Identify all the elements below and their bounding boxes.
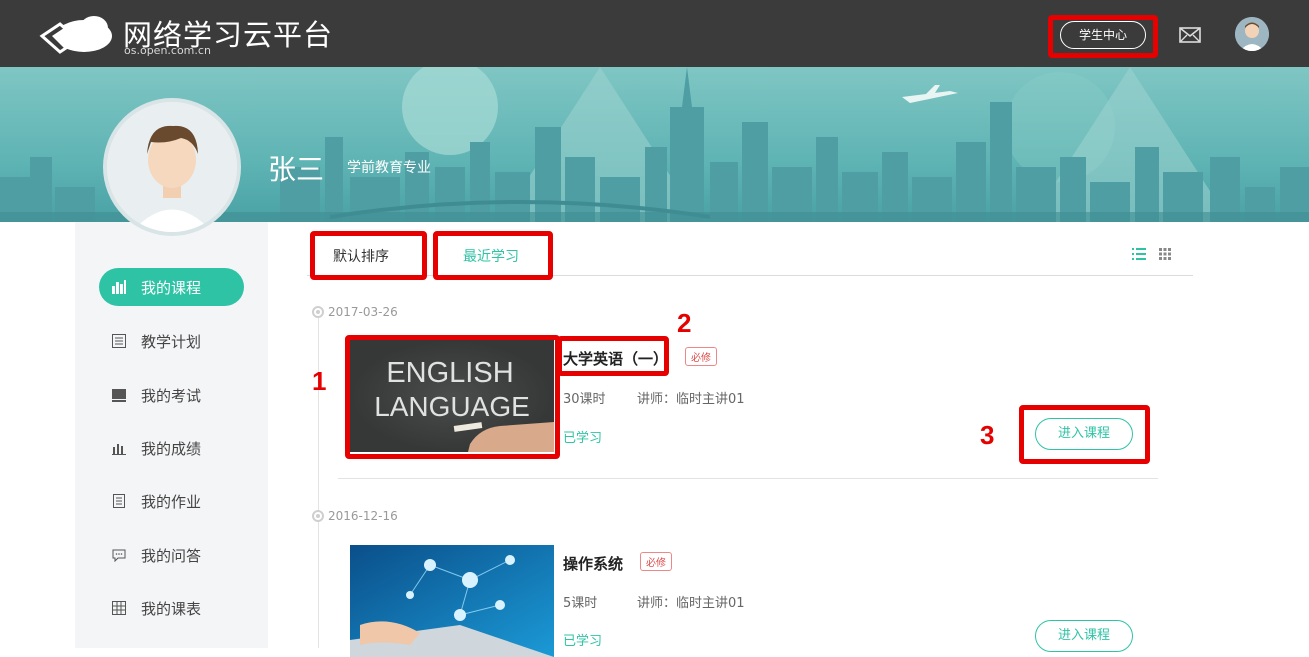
sidebar-item-label: 我的问答 (141, 546, 202, 565)
document-icon (111, 493, 127, 509)
sidebar-item-my-schedule[interactable]: 我的课表 (99, 588, 244, 628)
sidebar-item-label: 我的课表 (141, 599, 202, 618)
course-status: 已学习 (563, 634, 603, 649)
sidebar-item-teaching-plan[interactable]: 教学计划 (99, 321, 244, 361)
bar-chart-icon (111, 279, 127, 295)
course-hours: 5课时 (563, 596, 598, 611)
exam-icon (111, 387, 127, 403)
sidebar-item-my-grades[interactable]: 我的成绩 (99, 428, 244, 468)
top-navigation-bar: 网络学习云平台 os.open.com.cn 学生中心 (0, 0, 1309, 67)
timeline-dot (312, 510, 324, 522)
sidebar: 我的课程 教学计划 我的考试 我的成绩 我的作业 我的问答 我的课表 (75, 222, 268, 648)
annotation-number-2: 2 (677, 308, 692, 338)
grid-table-icon (111, 600, 127, 616)
annotation-number-1: 1 (312, 366, 327, 396)
user-major: 学前教育专业 (347, 160, 431, 176)
required-tag: 必修 (685, 347, 717, 366)
logo-icon (39, 16, 112, 54)
timeline-dot (312, 306, 324, 318)
grid-view-icon[interactable] (1159, 248, 1171, 260)
profile-avatar (103, 98, 241, 236)
annotation-number-3: 3 (980, 420, 995, 450)
app-subtitle: os.open.com.cn (124, 44, 211, 57)
sidebar-item-my-exams[interactable]: 我的考试 (99, 375, 244, 415)
sidebar-item-label: 我的成绩 (141, 439, 202, 458)
course-status: 已学习 (563, 431, 603, 446)
sidebar-item-label: 我的考试 (141, 386, 202, 405)
user-avatar-icon[interactable] (1235, 17, 1269, 51)
sidebar-item-label: 我的课程 (141, 278, 202, 297)
user-name: 张三 (268, 153, 325, 186)
sidebar-item-label: 我的作业 (141, 492, 202, 511)
sort-default-tab[interactable]: 默认排序 (333, 246, 389, 266)
chat-icon (111, 547, 127, 563)
course-date: 2016-12-16 (328, 509, 398, 523)
course-hours: 30课时 (563, 392, 606, 407)
course-thumbnail[interactable]: ENGLISH LANGUAGE (350, 340, 554, 452)
course-teacher: 讲师：临时主讲01 (637, 596, 745, 611)
mail-icon[interactable] (1179, 27, 1201, 43)
list-view-icon[interactable] (1132, 248, 1146, 260)
course-title[interactable]: 大学英语（一） (563, 348, 668, 369)
course-date: 2017-03-26 (328, 305, 398, 319)
student-center-button[interactable]: 学生中心 (1060, 21, 1146, 49)
svg-text:LANGUAGE: LANGUAGE (374, 391, 530, 422)
course-thumbnail[interactable] (350, 545, 554, 657)
enter-course-button[interactable]: 进入课程 (1035, 418, 1133, 450)
sort-bar: 默认排序 最近学习 (307, 236, 1193, 276)
sidebar-item-my-courses[interactable]: 我的课程 (99, 268, 244, 306)
required-tag: 必修 (640, 552, 672, 571)
enter-course-button[interactable]: 进入课程 (1035, 620, 1133, 652)
grade-chart-icon (111, 440, 127, 456)
course-title[interactable]: 操作系统 (563, 553, 623, 574)
sidebar-item-label: 教学计划 (141, 332, 202, 351)
sort-recent-tab[interactable]: 最近学习 (463, 246, 519, 266)
sidebar-item-my-qa[interactable]: 我的问答 (99, 535, 244, 575)
course-teacher: 讲师：临时主讲01 (637, 392, 745, 407)
course-divider (338, 478, 1158, 479)
svg-text:ENGLISH: ENGLISH (386, 357, 513, 389)
calendar-icon (111, 333, 127, 349)
sidebar-item-my-homework[interactable]: 我的作业 (99, 481, 244, 521)
